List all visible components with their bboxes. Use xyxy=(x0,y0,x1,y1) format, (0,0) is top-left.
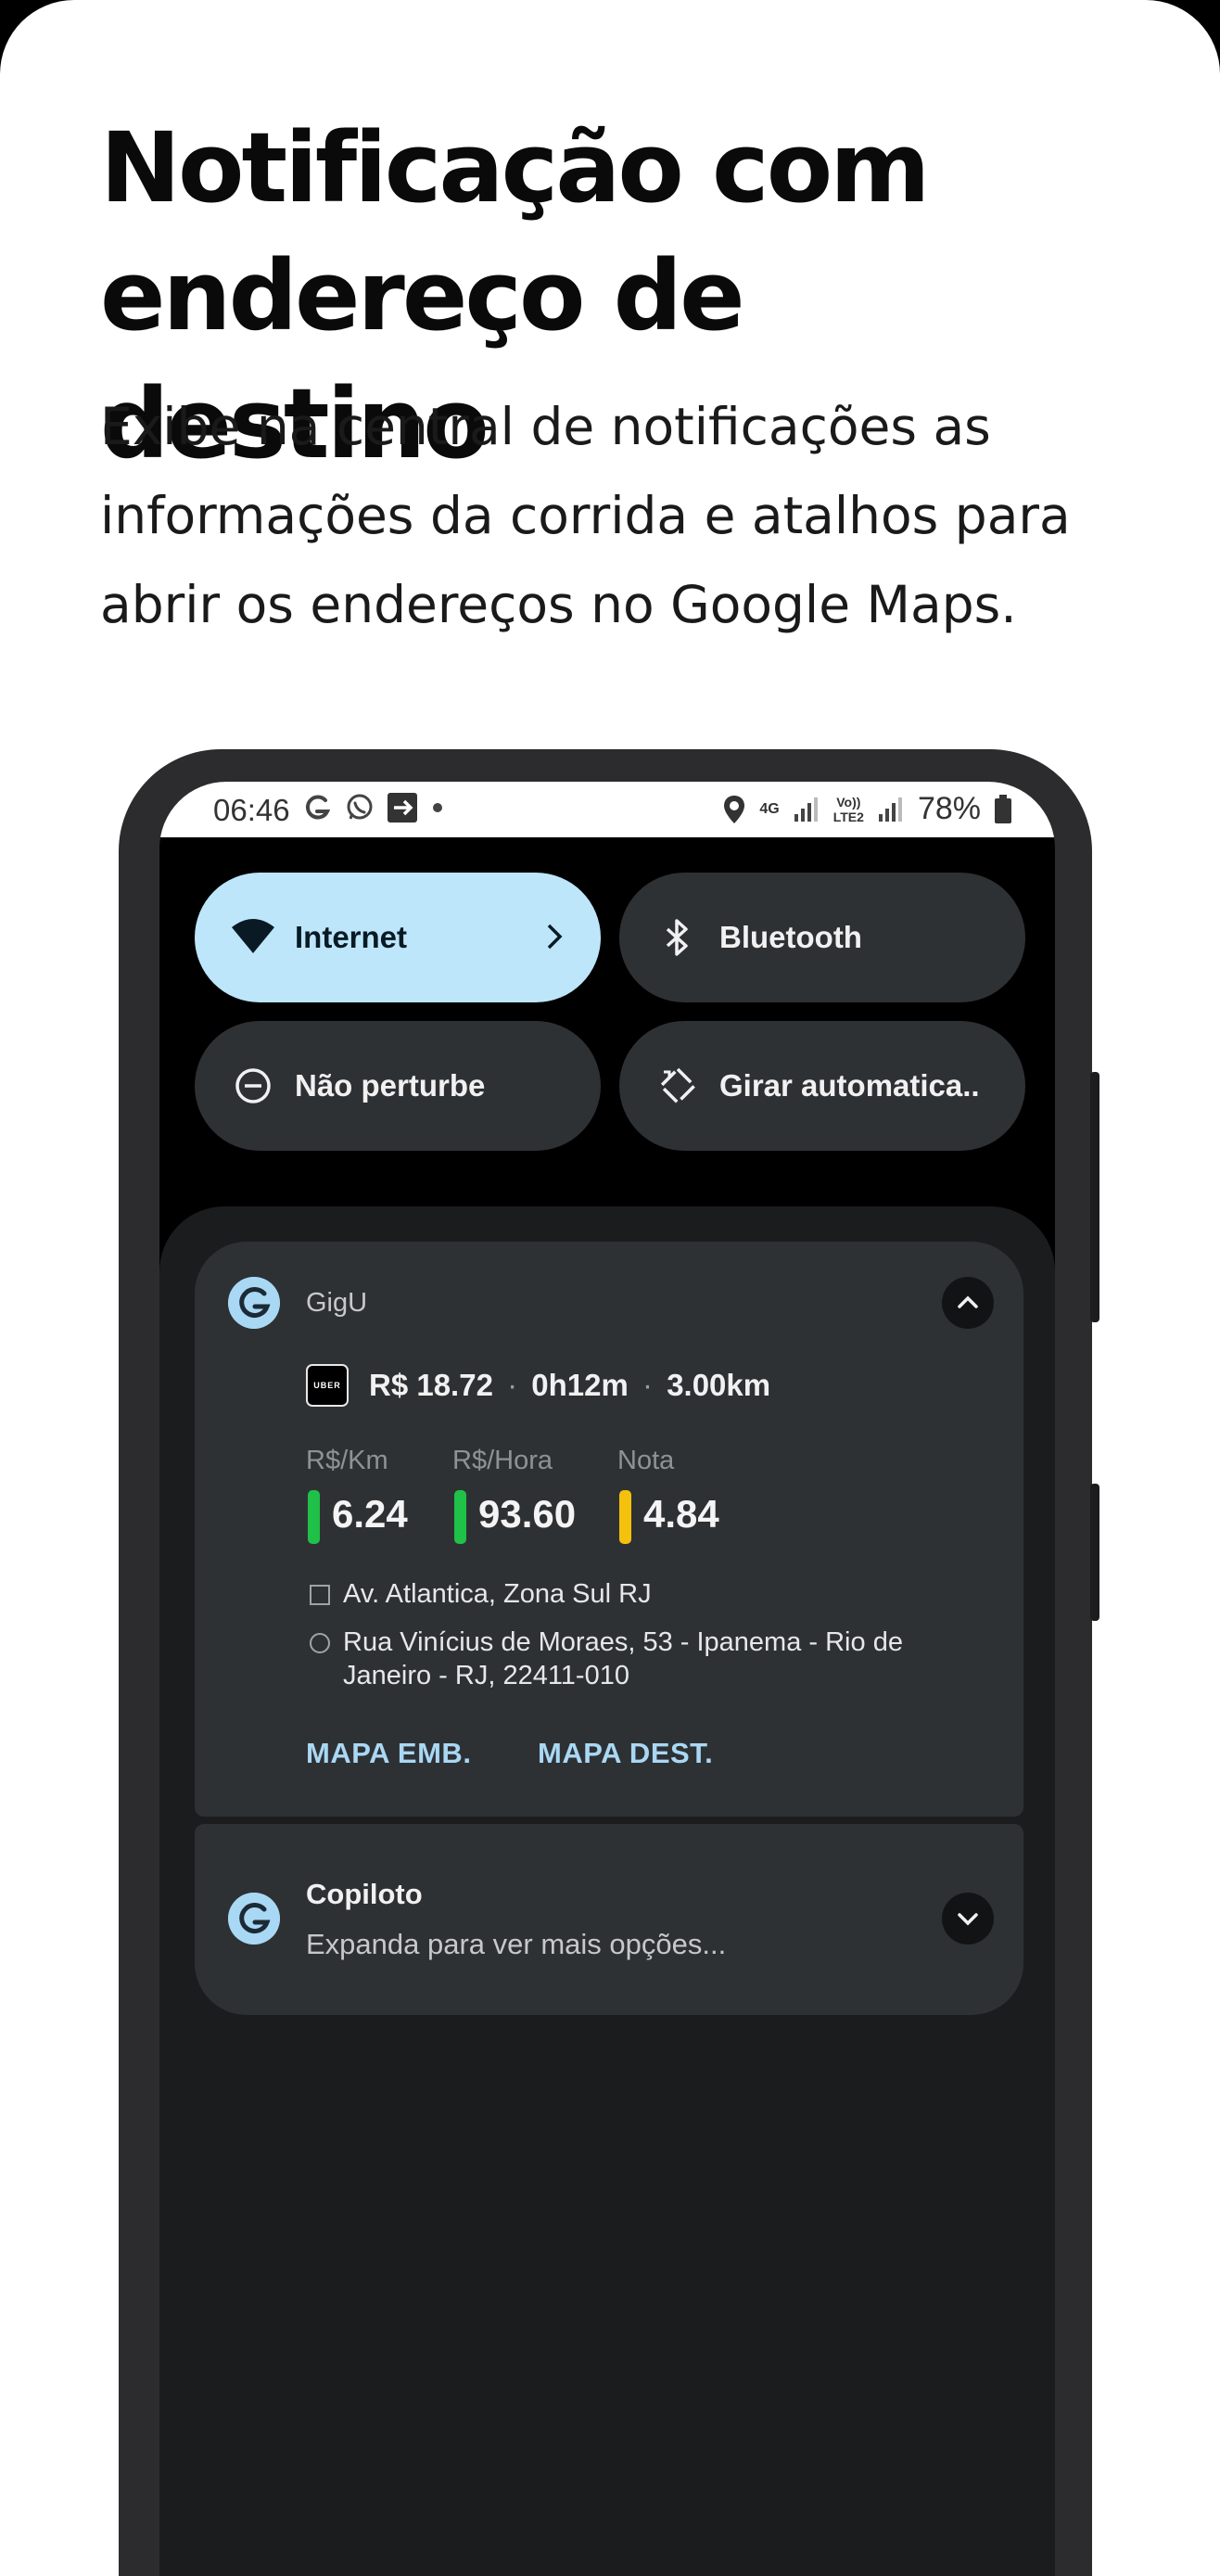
ride-duration: 0h12m xyxy=(531,1368,629,1402)
phone-screen: 06:46 4G Vo)) LTE2 78% Internet Bluetoot… xyxy=(159,782,1055,2576)
app-name: GigU xyxy=(306,1288,368,1318)
tile-do-not-disturb-label: Não perturbe xyxy=(295,1068,486,1103)
subtitle-line-3: abrir os endereços no Google Maps. xyxy=(100,575,1017,634)
promo-page: Notificação com endereço de destino Exib… xyxy=(0,0,1220,2576)
destination-circle-icon xyxy=(310,1633,330,1653)
volte-bottom: LTE2 xyxy=(832,809,864,824)
signal-icon-2 xyxy=(878,797,902,822)
metric-label-km: R$/Km xyxy=(306,1446,388,1475)
signal-icon xyxy=(794,797,818,822)
gigu-notification[interactable]: GigU UBER R$ 18.72 · 0h12m · 3.00km R$/K… xyxy=(195,1242,1023,1817)
tile-internet[interactable]: Internet xyxy=(195,873,601,1002)
metric-indicator-km xyxy=(308,1490,320,1544)
metric-indicator-rating xyxy=(619,1490,631,1544)
volte-indicator: Vo)) LTE2 xyxy=(833,795,864,824)
status-notification-icons xyxy=(300,791,447,824)
pickup-map-button[interactable]: MAPA EMB. xyxy=(306,1737,471,1770)
metric-indicator-hour xyxy=(454,1490,466,1544)
copiloto-title: Copiloto xyxy=(306,1878,423,1910)
pickup-address: Av. Atlantica, Zona Sul RJ xyxy=(343,1579,652,1609)
copiloto-app-icon xyxy=(228,1893,280,1945)
status-time: 06:46 xyxy=(213,793,290,827)
location-icon xyxy=(724,795,745,823)
copiloto-subtitle: Expanda para ver mais opções... xyxy=(306,1928,727,1960)
cast-arrow-icon xyxy=(388,793,417,823)
ride-summary: R$ 18.72 · 0h12m · 3.00km xyxy=(369,1368,770,1403)
metric-value-hour: 93.60 xyxy=(478,1492,577,1536)
page-subtitle: Exibe na central de notificações as info… xyxy=(100,382,1176,649)
power-button xyxy=(1090,1484,1099,1621)
subtitle-line-2: informações da corrida e atalhos para xyxy=(100,486,1071,545)
auto-rotate-icon xyxy=(658,1066,697,1105)
gigu-status-icon xyxy=(305,795,331,820)
status-bar: 06:46 4G Vo)) LTE2 78% xyxy=(159,782,1055,837)
destination-map-button[interactable]: MAPA DEST. xyxy=(538,1737,713,1770)
separator: · xyxy=(642,1368,654,1402)
gigu-app-icon xyxy=(228,1277,280,1329)
collapse-button[interactable] xyxy=(942,1277,994,1329)
tile-bluetooth-label: Bluetooth xyxy=(719,920,862,954)
volume-button xyxy=(1090,1072,1099,1322)
volte-top: Vo)) xyxy=(836,794,861,810)
tile-bluetooth[interactable]: Bluetooth xyxy=(619,873,1025,1002)
notification-shade: GigU UBER R$ 18.72 · 0h12m · 3.00km R$/K… xyxy=(159,1206,1055,2576)
chevron-right-icon xyxy=(547,924,563,950)
wifi-icon xyxy=(232,919,274,953)
tile-internet-label: Internet xyxy=(295,920,408,954)
expand-button[interactable] xyxy=(942,1893,994,1945)
tile-auto-rotate-label: Girar automatica.. xyxy=(719,1068,980,1103)
destination-address-line-2: Janeiro - RJ, 22411-010 xyxy=(343,1661,629,1690)
subtitle-line-1: Exibe na central de notificações as xyxy=(100,397,991,456)
status-system-icons: 4G Vo)) LTE2 78% xyxy=(722,791,1012,827)
network-type: 4G xyxy=(759,800,780,817)
whatsapp-icon xyxy=(347,794,373,820)
copiloto-notification[interactable]: Copiloto Expanda para ver mais opções... xyxy=(195,1824,1023,2015)
metric-label-rating: Nota xyxy=(617,1446,675,1475)
destination-address-line-1: Rua Vinícius de Moraes, 53 - Ipanema - R… xyxy=(343,1627,903,1657)
pickup-square-icon xyxy=(310,1585,330,1605)
battery-icon xyxy=(995,794,1011,823)
tile-auto-rotate[interactable]: Girar automatica.. xyxy=(619,1021,1025,1151)
chevron-down-icon xyxy=(958,1913,978,1926)
metric-value-km: 6.24 xyxy=(332,1492,408,1536)
ride-distance: 3.00km xyxy=(667,1368,771,1402)
title-line-1: Notificação com xyxy=(100,111,931,224)
metric-label-hour: R$/Hora xyxy=(452,1446,553,1475)
do-not-disturb-icon xyxy=(235,1068,271,1103)
bluetooth-icon xyxy=(666,919,688,956)
battery-percent: 78% xyxy=(917,791,981,826)
separator: · xyxy=(507,1368,518,1402)
metric-value-rating: 4.84 xyxy=(643,1492,719,1536)
uber-logo: UBER xyxy=(306,1364,349,1407)
tile-do-not-disturb[interactable]: Não perturbe xyxy=(195,1021,601,1151)
more-notifications-dot-icon xyxy=(433,803,442,812)
chevron-up-icon xyxy=(958,1295,978,1308)
ride-fare: R$ 18.72 xyxy=(369,1368,493,1402)
